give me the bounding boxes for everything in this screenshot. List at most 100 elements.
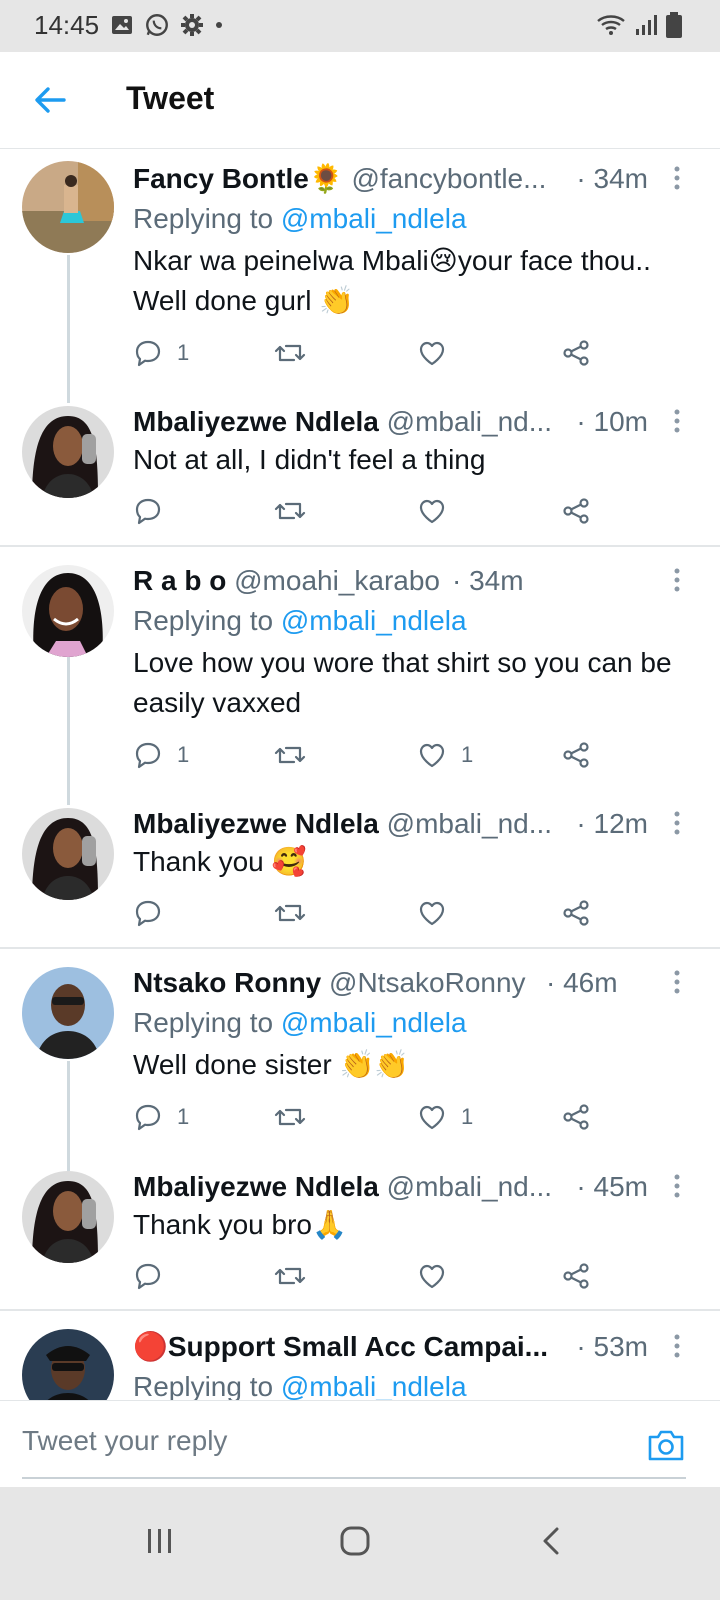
reply-composer: Tweet your reply (0, 1400, 720, 1487)
retweet-icon (274, 1108, 306, 1126)
retweet-icon (274, 344, 306, 362)
retweet-button[interactable] (273, 1258, 307, 1294)
like-button[interactable] (417, 493, 461, 529)
tweet-time: · 34m (576, 163, 648, 194)
share-button[interactable] (561, 335, 591, 371)
reply-count: 1 (177, 340, 190, 365)
like-button[interactable] (417, 1258, 461, 1294)
heart-icon (419, 341, 445, 366)
retweet-button[interactable] (273, 1099, 307, 1135)
more-options-icon[interactable] (672, 165, 682, 191)
reply-input[interactable]: Tweet your reply (22, 1425, 227, 1457)
reply-icon (135, 1263, 161, 1290)
reply-icon (135, 1104, 161, 1131)
tweet-time: · 53m (576, 1331, 648, 1362)
mention-link[interactable]: @mbali_ndlela (281, 203, 467, 234)
tweet-actions: 1 (133, 335, 613, 371)
mention-link[interactable]: @mbali_ndlela (281, 605, 467, 636)
heart-icon (419, 901, 445, 926)
tweet-time: · 10m (576, 406, 648, 437)
more-options-icon[interactable] (672, 810, 682, 836)
share-button[interactable] (561, 1258, 591, 1294)
like-count: 1 (461, 742, 474, 767)
tweet-author[interactable]: R a b o @moahi_karabo (133, 563, 660, 599)
share-button[interactable] (561, 493, 591, 529)
recent-apps-icon[interactable] (140, 1521, 180, 1561)
reply-button[interactable]: 1 (133, 737, 189, 773)
back-icon[interactable] (532, 1521, 572, 1561)
avatar[interactable] (22, 1171, 114, 1263)
reply-button[interactable] (133, 493, 177, 529)
avatar[interactable] (22, 565, 114, 657)
sunflower-emoji: 🌻 (308, 163, 344, 194)
share-button[interactable] (561, 1099, 591, 1135)
more-options-icon[interactable] (672, 408, 682, 434)
reply-button[interactable] (133, 1258, 177, 1294)
author-name: 🔴Support Small Acc Campai... (133, 1331, 549, 1362)
status-time: 14:45 (34, 10, 100, 40)
system-icons (596, 12, 682, 38)
author-name: Mbaliyezwe Ndlela (133, 808, 379, 839)
tweet-time: · 45m (576, 1171, 648, 1202)
like-count: 1 (461, 1104, 474, 1129)
reply-button[interactable] (133, 895, 177, 931)
retweet-icon (274, 1267, 306, 1285)
retweet-icon (274, 746, 306, 764)
retweet-button[interactable] (273, 737, 307, 773)
avatar[interactable] (22, 161, 114, 253)
tweet-actions: 1 1 (133, 1099, 613, 1135)
mention-link[interactable]: @mbali_ndlela (281, 1371, 467, 1402)
reply-count: 1 (177, 1104, 190, 1129)
tweet-feed[interactable]: Fancy Bontle🌻 @fancybontle... · 34m Repl… (0, 149, 720, 1427)
status-bar: 14:45 (0, 0, 720, 52)
thread-line (67, 657, 70, 805)
share-icon (563, 340, 589, 366)
more-options-icon[interactable] (672, 1173, 682, 1199)
share-button[interactable] (561, 895, 591, 931)
conversation-divider (0, 545, 720, 547)
author-handle: @fancybontle... (351, 163, 547, 194)
like-button[interactable]: 1 (417, 737, 473, 773)
author-handle: @mbali_nd... (386, 1171, 553, 1202)
reply-icon (135, 340, 161, 367)
whatsapp-icon (146, 14, 168, 36)
more-options-icon[interactable] (672, 1333, 682, 1359)
avatar[interactable] (22, 406, 114, 498)
retweet-button[interactable] (273, 895, 307, 931)
signal-icon (636, 15, 657, 35)
retweet-button[interactable] (273, 493, 307, 529)
system-nav-bar (0, 1487, 720, 1600)
more-options-icon[interactable] (672, 567, 682, 593)
tweet-actions (133, 493, 613, 529)
battery-icon (666, 12, 682, 38)
reply-button[interactable]: 1 (133, 335, 189, 371)
tweet-time: · 12m (576, 808, 648, 839)
like-button[interactable] (417, 895, 461, 931)
like-button[interactable] (417, 335, 461, 371)
camera-icon[interactable] (646, 1427, 686, 1463)
share-icon (563, 1104, 589, 1130)
tweet-text: Not at all, I didn't feel a thing (133, 444, 486, 475)
heart-icon (419, 743, 445, 768)
avatar[interactable] (22, 808, 114, 900)
author-name: Ntsako Ronny (133, 967, 322, 998)
tweet-actions (133, 1258, 613, 1294)
more-options-icon[interactable] (672, 969, 682, 995)
back-arrow-icon[interactable] (30, 80, 70, 120)
page-title: Tweet (126, 80, 215, 116)
share-button[interactable] (561, 737, 591, 773)
notification-icons (110, 12, 224, 38)
author-name: R a b o (133, 565, 227, 596)
like-button[interactable]: 1 (417, 1099, 473, 1135)
home-icon[interactable] (335, 1521, 375, 1561)
author-name: Fancy Bontle (133, 163, 309, 194)
gallery-icon (112, 16, 132, 34)
mention-link[interactable]: @mbali_ndlela (281, 1007, 467, 1038)
avatar[interactable] (22, 967, 114, 1059)
tweet-text: Thank you 🥰 (133, 846, 307, 877)
retweet-button[interactable] (273, 335, 307, 371)
tweet-time: · 34m (452, 565, 524, 596)
tweet-text: Love how you wore that shirt so you can … (133, 647, 672, 718)
reply-button[interactable]: 1 (133, 1099, 189, 1135)
retweet-icon (274, 904, 306, 922)
